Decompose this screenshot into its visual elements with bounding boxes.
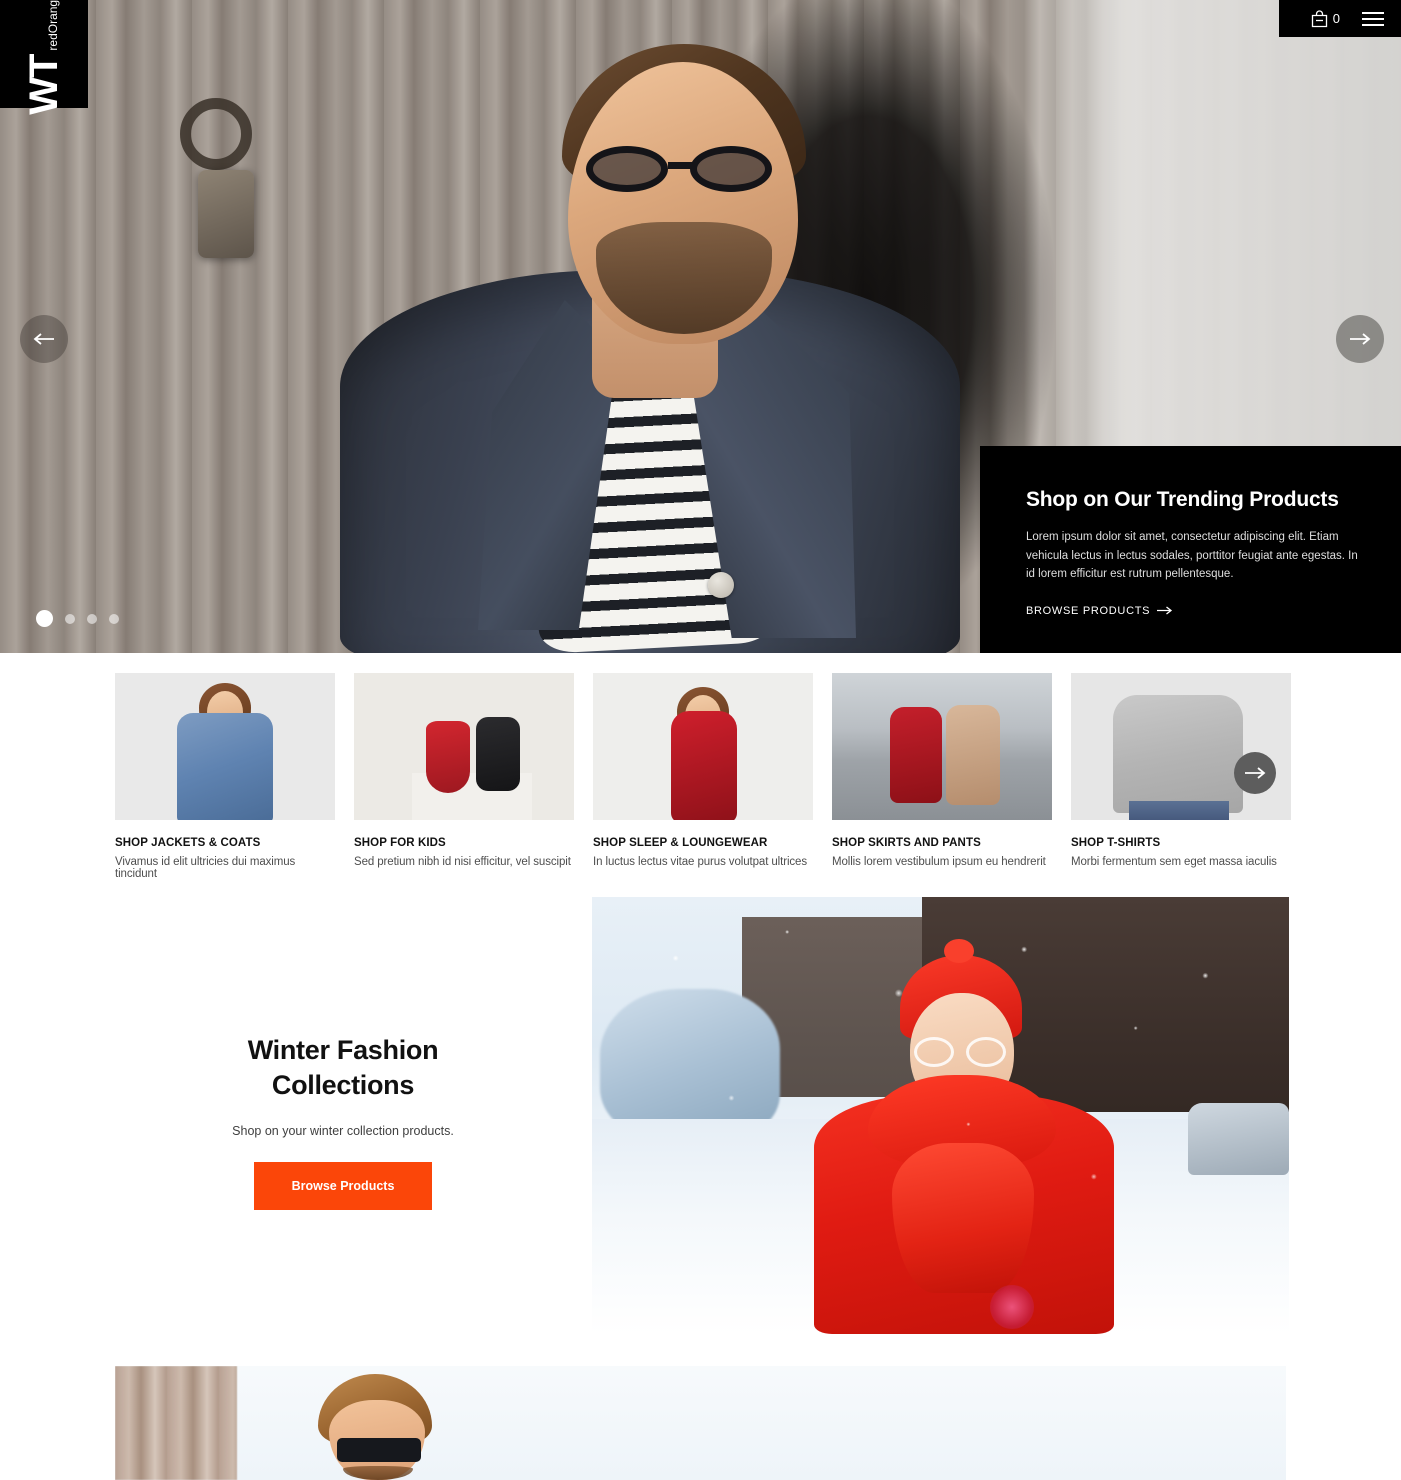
- category-description: Vivamus id elit ultricies dui maximus ti…: [115, 856, 296, 880]
- winter-title-line-2: Collections: [271, 1069, 415, 1100]
- header-bar: 0: [1279, 0, 1401, 37]
- model-coat-button: [708, 572, 734, 598]
- category-image-tshirts: [1071, 673, 1291, 820]
- category-image-jackets: [115, 673, 335, 820]
- hero-next-button[interactable]: [1336, 315, 1384, 363]
- category-track: SHOP JACKETS & COATS Vivamus id elit ult…: [115, 673, 1291, 880]
- logo-subtext: redOrange: [46, 0, 60, 51]
- shopping-bag-icon: [1311, 9, 1327, 27]
- winter-copy-block: Winter Fashion Collections Shop on your …: [115, 1033, 571, 1211]
- winter-title-line-1: Winter Fashion: [247, 1035, 439, 1065]
- hero-prev-button[interactable]: [20, 315, 68, 363]
- category-title: SHOP SKIRTS AND PANTS: [832, 837, 981, 849]
- winter-collection-section: Winter Fashion Collections Shop on your …: [0, 883, 1401, 1353]
- category-description: Morbi fermentum sem eget massa iaculis: [1071, 856, 1277, 868]
- category-next-button[interactable]: [1234, 752, 1276, 794]
- hero-dot-2[interactable]: [65, 613, 75, 624]
- bottom-teaser-photo: [115, 1366, 1286, 1480]
- category-title: SHOP FOR KIDS: [354, 837, 446, 849]
- category-description: Sed pretium nibh id nisi efficitur, vel …: [354, 856, 571, 868]
- arrow-left-icon: [33, 333, 54, 345]
- hamburger-bar-1: [1362, 11, 1384, 14]
- logo-rotated-group: WT redOrange: [22, 0, 66, 115]
- hero-carousel: Shop on Our Trending Products Lorem ipsu…: [0, 0, 1401, 653]
- browse-products-link[interactable]: BROWSE PRODUCTS: [1026, 605, 1173, 617]
- cart-count: 0: [1332, 11, 1340, 26]
- door-lock-detail: [198, 170, 254, 258]
- category-carousel: SHOP JACKETS & COATS Vivamus id elit ult…: [0, 653, 1401, 883]
- hero-dot-3[interactable]: [87, 613, 97, 624]
- page-root: Shop on Our Trending Products Lorem ipsu…: [0, 0, 1401, 1480]
- winter-subtitle: Shop on your winter collection products.: [232, 1124, 454, 1139]
- hero-promo-panel: Shop on Our Trending Products Lorem ipsu…: [980, 446, 1401, 653]
- cart-button[interactable]: 0: [1311, 9, 1340, 28]
- arrow-right-icon: [1350, 333, 1371, 345]
- category-title: SHOP T-SHIRTS: [1071, 837, 1161, 849]
- hero-pagination-dots: [36, 610, 119, 627]
- category-card-jackets[interactable]: SHOP JACKETS & COATS Vivamus id elit ult…: [115, 673, 335, 880]
- browse-products-link-label: BROWSE PRODUCTS: [1026, 604, 1151, 617]
- category-image-skirts: [832, 673, 1052, 820]
- category-card-kids[interactable]: SHOP FOR KIDS Sed pretium nibh id nisi e…: [354, 673, 574, 880]
- winter-photo: [592, 897, 1289, 1334]
- hero-model-photo: [300, 0, 1000, 653]
- promo-title: Shop on Our Trending Products: [1026, 488, 1339, 511]
- logo-mark: WT: [22, 54, 66, 115]
- category-image-sleepwear: [593, 673, 813, 820]
- arrow-right-icon: [1157, 606, 1173, 615]
- category-description: In luctus lectus vitae purus volutpat ul…: [593, 856, 808, 868]
- category-description: Mollis lorem vestibulum ipsum eu hendrer…: [832, 856, 1046, 868]
- category-title: SHOP SLEEP & LOUNGEWEAR: [593, 837, 768, 849]
- site-logo[interactable]: WT redOrange: [0, 0, 88, 115]
- winter-browse-products-button[interactable]: Browse Products: [253, 1162, 433, 1211]
- hamburger-bar-2: [1362, 17, 1384, 20]
- menu-button[interactable]: [1362, 11, 1384, 26]
- hero-dot-4[interactable]: [109, 613, 119, 624]
- category-card-sleepwear[interactable]: SHOP SLEEP & LOUNGEWEAR In luctus lectus…: [593, 673, 813, 880]
- hero-dot-1[interactable]: [36, 610, 53, 627]
- winter-title: Winter Fashion Collections: [115, 1033, 571, 1102]
- model-sunglasses: [586, 146, 792, 192]
- hamburger-bar-3: [1362, 23, 1384, 26]
- category-title: SHOP JACKETS & COATS: [115, 837, 261, 849]
- category-image-kids: [354, 673, 574, 820]
- arrow-right-icon: [1245, 767, 1266, 779]
- category-card-skirts[interactable]: SHOP SKIRTS AND PANTS Mollis lorem vesti…: [832, 673, 1052, 880]
- promo-description: Lorem ipsum dolor sit amet, consectetur …: [1026, 531, 1358, 581]
- door-ring-detail: [180, 98, 252, 170]
